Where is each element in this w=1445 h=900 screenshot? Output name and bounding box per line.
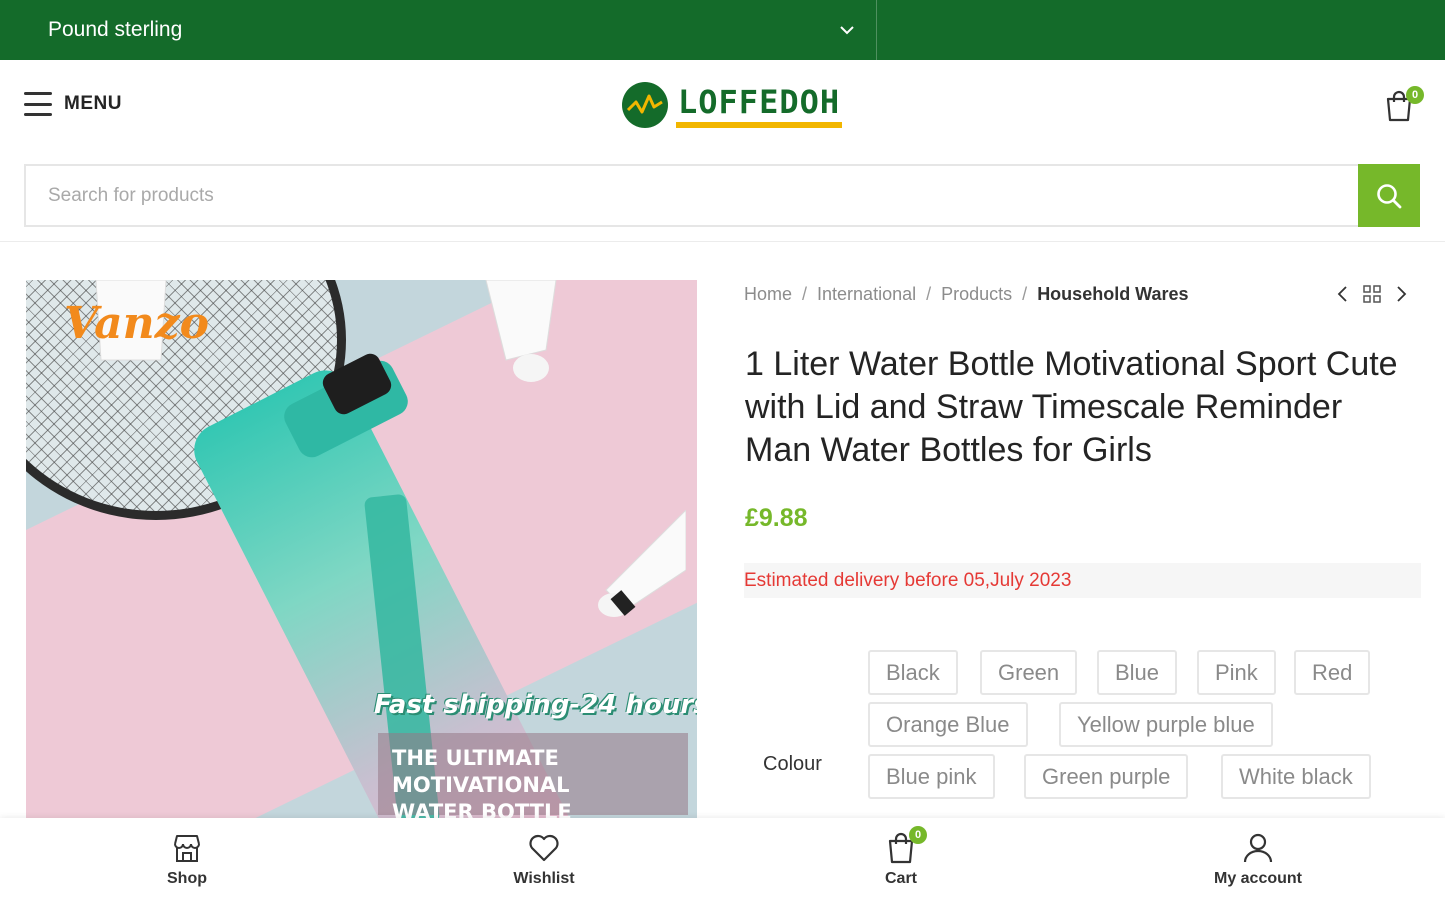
bottom-navigation: Shop Wishlist 0 Cart My account: [0, 818, 1445, 900]
menu-label: MENU: [64, 93, 122, 114]
user-icon: [1243, 833, 1273, 863]
header-divider: [0, 241, 1445, 242]
search-input[interactable]: [26, 166, 1358, 225]
colour-option[interactable]: Blue: [1097, 650, 1178, 695]
header-cart-button[interactable]: 0: [1384, 86, 1424, 127]
heart-icon: [529, 834, 559, 862]
bottom-nav-account[interactable]: My account: [1198, 830, 1318, 888]
colour-option[interactable]: Green: [980, 650, 1078, 695]
product-title: 1 Liter Water Bottle Motivational Sport …: [745, 345, 1398, 469]
chevron-right-icon[interactable]: [1396, 285, 1408, 303]
cart-count-badge: 0: [1406, 86, 1424, 104]
colour-option[interactable]: Blue pink: [868, 754, 995, 799]
breadcrumb-link[interactable]: Products: [941, 284, 1012, 305]
product-navigation: [1336, 284, 1408, 304]
search-icon: [1377, 183, 1402, 208]
shuttlecock-graphic: [598, 510, 686, 617]
image-tagline: THE ULTIMATE MOTIVATIONAL WATER BOTTLE: [378, 733, 688, 820]
site-logo[interactable]: LOFFEDOH: [622, 82, 843, 128]
search-bar: [24, 164, 1420, 227]
search-button[interactable]: [1358, 164, 1420, 227]
menu-button[interactable]: MENU: [24, 92, 122, 116]
product-price: £9.88: [745, 504, 808, 532]
colour-option[interactable]: Red: [1294, 650, 1371, 695]
currency-selector[interactable]: Pound sterling: [24, 0, 877, 60]
store-icon: [174, 835, 200, 862]
breadcrumb-link[interactable]: International: [817, 284, 916, 305]
image-shipping-text: Fast shipping-24 hours: [374, 690, 697, 720]
colour-option[interactable]: Orange Blue: [868, 702, 1028, 747]
colour-option[interactable]: Pink: [1197, 650, 1276, 695]
currency-label: Pound sterling: [48, 18, 183, 41]
breadcrumb: Home / International / Products / Househ…: [744, 284, 1189, 305]
shuttlecock-graphic: [485, 280, 557, 382]
cart-count-badge: 0: [909, 826, 927, 844]
bottom-nav-cart[interactable]: 0 Cart: [841, 826, 961, 888]
site-header: MENU LOFFEDOH 0: [0, 60, 1445, 152]
chevron-down-icon: [840, 25, 854, 34]
bottom-nav-shop[interactable]: Shop: [127, 830, 247, 888]
hamburger-icon: [24, 92, 52, 116]
colour-option[interactable]: Green purple: [1024, 754, 1189, 799]
bottom-nav-wishlist[interactable]: Wishlist: [484, 830, 604, 888]
grid-icon[interactable]: [1362, 284, 1382, 304]
product-image[interactable]: Vanzo Fast shipping-24 hours THE ULTIMAT…: [26, 280, 697, 820]
chevron-left-icon[interactable]: [1336, 285, 1348, 303]
delivery-estimate: Estimated delivery before 05,July 2023: [744, 563, 1421, 598]
colour-option[interactable]: Yellow purple blue: [1059, 702, 1273, 747]
top-bar: Pound sterling: [0, 0, 1445, 60]
colour-label: Colour: [763, 753, 822, 775]
logo-mark-icon: [622, 82, 668, 128]
image-brand-text: Vanzo: [64, 298, 209, 349]
breadcrumb-link[interactable]: Home: [744, 284, 792, 305]
colour-option[interactable]: White black: [1221, 754, 1371, 799]
colour-option[interactable]: Black: [868, 650, 958, 695]
logo-text: LOFFEDOH: [676, 82, 843, 128]
breadcrumb-current[interactable]: Household Wares: [1037, 284, 1188, 305]
